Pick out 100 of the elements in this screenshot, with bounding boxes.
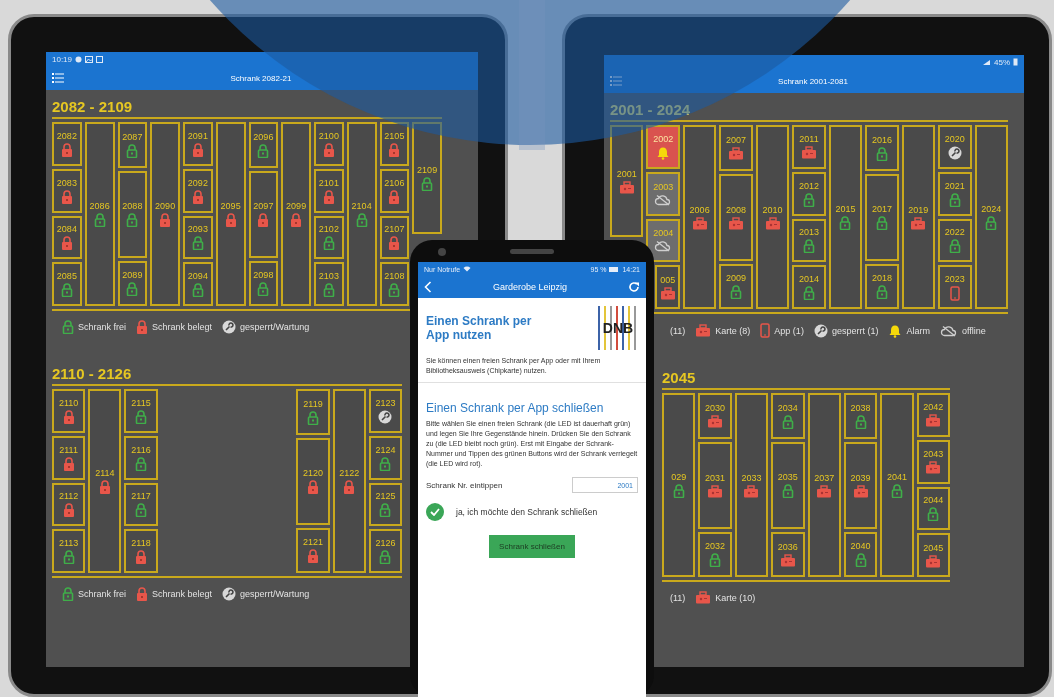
- locker-cell[interactable]: 2037: [807, 393, 841, 577]
- locker-cell[interactable]: 2084: [52, 215, 82, 260]
- locker-cell[interactable]: 2030: [698, 393, 732, 439]
- locker-cell[interactable]: 2117: [124, 482, 158, 527]
- locker-cell[interactable]: 2018: [865, 263, 899, 309]
- locker-cell[interactable]: 2044: [916, 486, 950, 531]
- locker-cell[interactable]: 2108: [379, 262, 410, 306]
- locker-cell[interactable]: 2033: [734, 393, 769, 577]
- locker-cell[interactable]: 2082: [52, 122, 82, 166]
- locker-cell[interactable]: 2114: [88, 389, 122, 573]
- locker-cell[interactable]: 2024: [974, 125, 1008, 309]
- bell-icon: [656, 145, 671, 160]
- locker-cell[interactable]: 2097: [248, 170, 279, 258]
- locker-cell[interactable]: 2125: [368, 482, 402, 527]
- locker-cell[interactable]: 2038: [843, 393, 878, 439]
- legend-label: Karte (10): [715, 592, 756, 603]
- locker-cell[interactable]: 2119: [296, 389, 330, 435]
- locker-cell[interactable]: 2093: [183, 215, 213, 260]
- locker-cell[interactable]: 2083: [52, 168, 82, 213]
- locker-cell[interactable]: 029: [662, 393, 696, 577]
- locker-cell[interactable]: 2035: [771, 441, 805, 529]
- locker-cell[interactable]: 2092: [183, 168, 213, 213]
- locker-number: 2108: [384, 271, 405, 282]
- locker-cell[interactable]: 2006: [682, 125, 717, 309]
- locker-cell[interactable]: 2012: [792, 171, 826, 216]
- locker-cell[interactable]: 2121: [296, 527, 330, 573]
- locker-cell[interactable]: 2089: [117, 260, 148, 306]
- locker-cell[interactable]: 2107: [379, 215, 410, 260]
- locker-cell[interactable]: 2094: [183, 262, 213, 306]
- locker-cell[interactable]: 2031: [698, 441, 732, 529]
- locker-cell[interactable]: 2011: [792, 125, 826, 169]
- locker-cell[interactable]: 2001: [610, 125, 644, 237]
- locker-cell[interactable]: 2017: [865, 173, 899, 261]
- locker-cell[interactable]: 2118: [124, 529, 158, 573]
- lock-icon: [854, 553, 867, 568]
- locker-cell[interactable]: 2045: [916, 533, 950, 577]
- locker-cell[interactable]: 2123: [368, 389, 402, 433]
- locker-cell[interactable]: 2102: [314, 215, 344, 260]
- locker-cell[interactable]: 2021: [938, 171, 972, 216]
- locker-cell[interactable]: 2090: [150, 122, 180, 306]
- locker-cell[interactable]: 2022: [938, 218, 972, 263]
- close-locker-button[interactable]: Schrank schließen: [489, 535, 575, 558]
- locker-cell[interactable]: 2010: [755, 125, 790, 309]
- locker-cell[interactable]: 2004: [646, 218, 680, 263]
- locker-cell[interactable]: 2095: [215, 122, 246, 306]
- locker-cell[interactable]: 2086: [84, 122, 115, 306]
- checkbox[interactable]: [426, 503, 444, 521]
- locker-number: 2091: [187, 130, 208, 141]
- locker-cell[interactable]: 2007: [719, 125, 753, 171]
- locker-cell[interactable]: 2009: [719, 263, 753, 309]
- locker-cell[interactable]: 2112: [52, 482, 86, 527]
- locker-cell[interactable]: 2014: [792, 265, 826, 309]
- locker-cell[interactable]: 2096: [248, 122, 279, 168]
- locker-cell[interactable]: 2043: [916, 439, 950, 484]
- locker-cell[interactable]: 2101: [314, 168, 344, 213]
- locker-cell[interactable]: 2013: [792, 218, 826, 263]
- locker-cell[interactable]: 2032: [698, 531, 732, 577]
- locker-cell[interactable]: 2109: [412, 122, 442, 234]
- locker-cell[interactable]: 2015: [828, 125, 863, 309]
- locker-cell[interactable]: 2113: [52, 529, 86, 573]
- locker-cell[interactable]: 2124: [368, 435, 402, 480]
- locker-cell[interactable]: 2103: [314, 262, 344, 306]
- locker-cell[interactable]: 2098: [248, 260, 279, 306]
- locker-cell[interactable]: 2116: [124, 435, 158, 480]
- locker-number: 2102: [318, 224, 339, 235]
- locker-cell[interactable]: 2085: [52, 262, 82, 306]
- locker-cell[interactable]: 2099: [281, 122, 311, 306]
- locker-cell[interactable]: 2120: [296, 437, 330, 525]
- locker-cell[interactable]: 2042: [916, 393, 950, 437]
- locker-cell[interactable]: 2020: [938, 125, 972, 169]
- locker-cell[interactable]: 2023: [938, 265, 972, 309]
- locker-cell[interactable]: 2100: [314, 122, 344, 166]
- locker-cell[interactable]: 2104: [346, 122, 377, 306]
- locker-cell[interactable]: 2111: [52, 435, 86, 480]
- locker-cell[interactable]: 2034: [771, 393, 805, 439]
- locker-cell[interactable]: 2002: [646, 125, 680, 169]
- locker-number: 2083: [56, 177, 77, 188]
- locker-cell[interactable]: 2110: [52, 389, 86, 433]
- locker-cell[interactable]: 2126: [368, 529, 402, 573]
- locker-cell[interactable]: 2105: [379, 122, 410, 166]
- locker-cell[interactable]: 2122: [332, 389, 366, 573]
- locker-number: 2089: [122, 270, 143, 281]
- lock-icon: [191, 142, 204, 157]
- locker-cell[interactable]: 2019: [901, 125, 936, 309]
- locker-cell[interactable]: 2003: [646, 171, 680, 216]
- locker-cell[interactable]: 2039: [843, 441, 878, 529]
- locker-cell[interactable]: 2087: [117, 122, 148, 168]
- locker-cell[interactable]: 2036: [771, 531, 805, 577]
- locker-cell[interactable]: 2115: [124, 389, 158, 433]
- briefcase-icon: [801, 146, 817, 160]
- locker-number: 005: [660, 274, 676, 285]
- locker-cell[interactable]: 005: [655, 265, 680, 309]
- locker-cell[interactable]: 2088: [117, 170, 148, 258]
- locker-cell[interactable]: 2016: [865, 125, 899, 171]
- locker-cell[interactable]: 2041: [880, 393, 914, 577]
- locker-cell[interactable]: 2091: [183, 122, 213, 166]
- locker-cell[interactable]: 2040: [843, 531, 878, 577]
- briefcase-icon: [743, 484, 760, 498]
- locker-cell[interactable]: 2106: [379, 168, 410, 213]
- locker-cell[interactable]: 2008: [719, 173, 753, 261]
